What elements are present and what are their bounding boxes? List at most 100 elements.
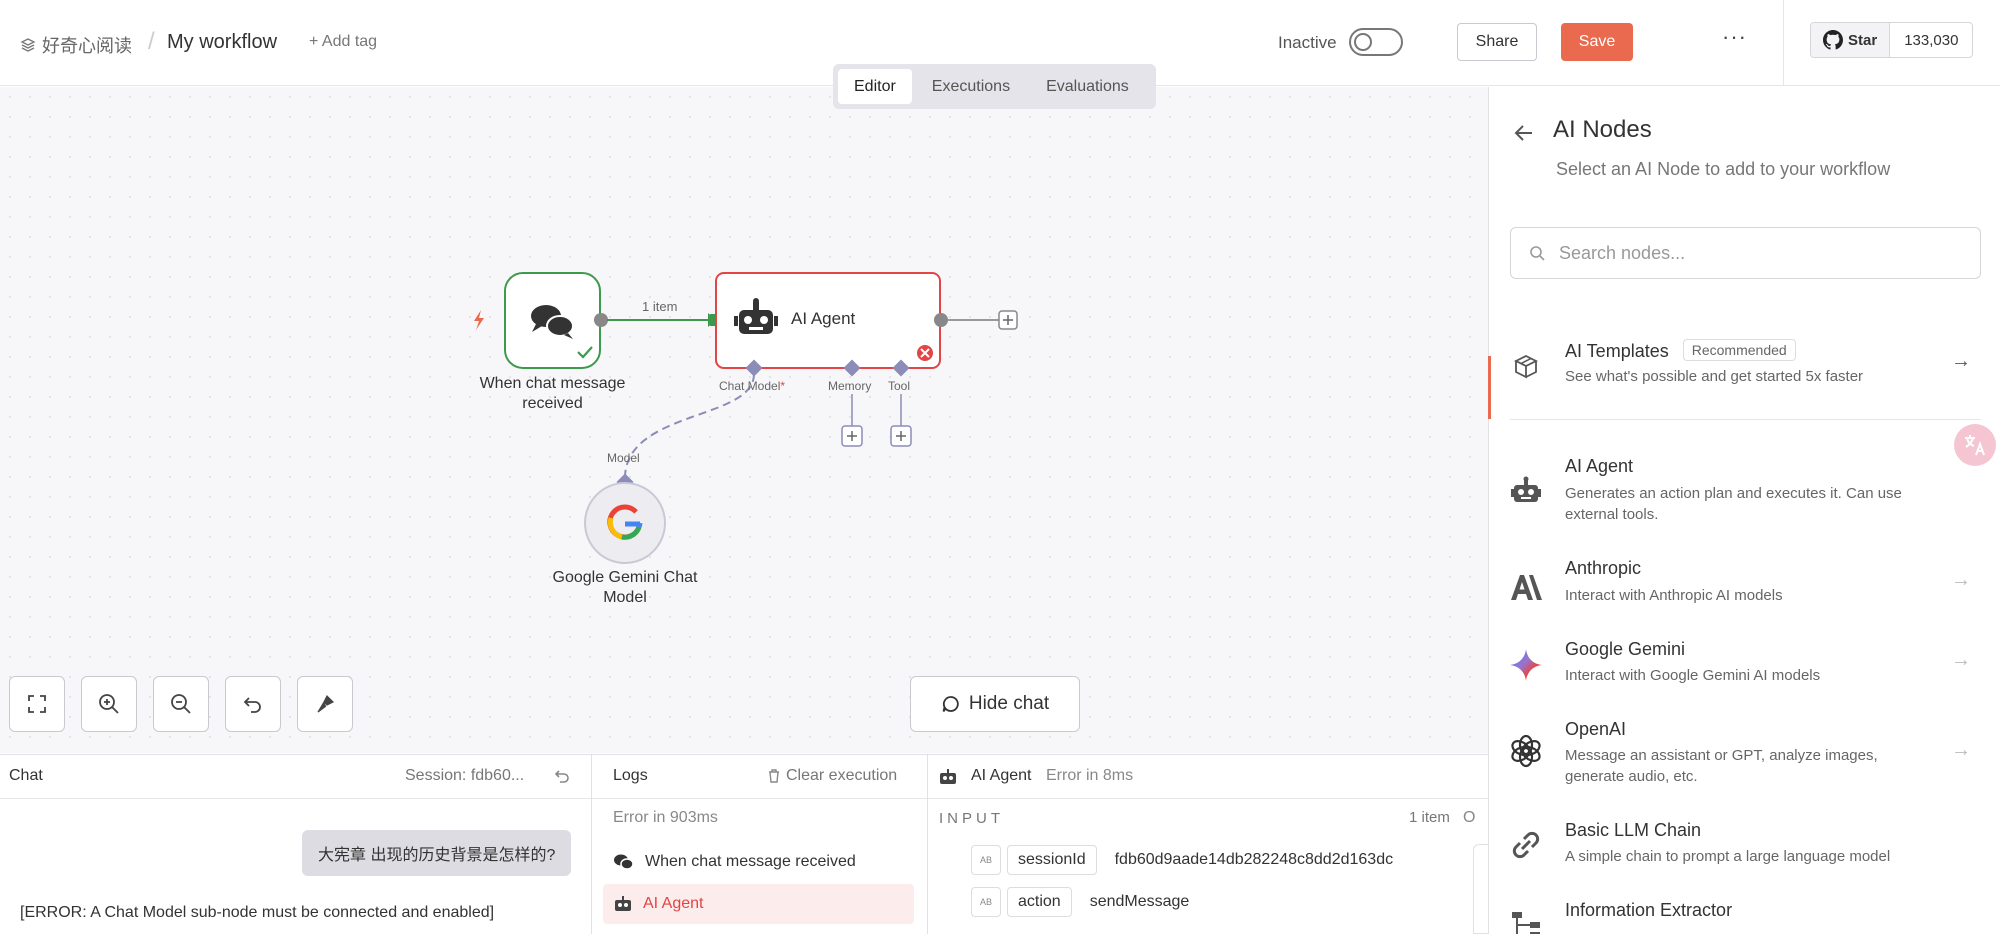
more-menu-button[interactable]: ··· — [1722, 24, 1747, 50]
item-title: Basic LLM Chain — [1565, 820, 1702, 840]
tab-editor[interactable]: Editor — [838, 69, 912, 104]
save-button[interactable]: Save — [1561, 23, 1633, 61]
canvas-graph — [474, 272, 1018, 564]
tidy-up-button[interactable] — [297, 676, 353, 732]
item-desc: Generates an action plan and executes it… — [1565, 485, 1902, 523]
arrow-right-icon: → — [1951, 739, 1971, 761]
search-placeholder: Search nodes... — [1559, 242, 1686, 263]
item-title: AI Templates Recommended — [1565, 339, 1796, 362]
zoom-in-button[interactable] — [81, 676, 137, 732]
trigger-output-port — [594, 313, 608, 327]
node-item-information-extractor[interactable]: Information Extractor — [1488, 895, 2000, 934]
header-divider — [1783, 0, 1784, 86]
node-item-ai-agent[interactable]: AI Agent Generates an action plan and ex… — [1488, 450, 2000, 530]
chat-bubbles-icon — [614, 854, 634, 870]
item-title: AI Agent — [1565, 456, 1634, 476]
detail-node-status: Error in 8ms — [1046, 767, 1134, 784]
error-message: [ERROR: A Chat Model sub-node must be co… — [20, 904, 495, 921]
undo-button[interactable] — [225, 676, 281, 732]
recommended-badge: Recommended — [1682, 339, 1796, 361]
fit-view-button[interactable] — [9, 676, 65, 732]
hide-chat-label: Hide chat — [968, 693, 1050, 714]
item-desc: Message an assistant or GPT, analyze ima… — [1565, 747, 1878, 785]
input-field-row: AB sessionId fdb60d9aade14db282248c8dd2d… — [971, 845, 1393, 875]
github-star-label: Star — [1848, 31, 1878, 49]
logs-panel-title: Logs — [613, 767, 648, 784]
undo-icon — [243, 697, 261, 713]
log-item-error[interactable]: AI Agent — [603, 884, 914, 924]
port-chat-model-label: Chat Model* — [719, 379, 785, 393]
clear-execution-label: Clear execution — [786, 767, 898, 784]
panel-subtitle: Select an AI Node to add to your workflo… — [1556, 159, 1891, 179]
item-desc: See what's possible and get started 5x f… — [1565, 368, 1864, 385]
field-name[interactable]: action — [1007, 887, 1072, 917]
node-item-openai[interactable]: OpenAI Message an assistant or GPT, anal… — [1488, 715, 2000, 795]
item-title: Anthropic — [1565, 558, 1642, 578]
zoom-in-icon — [99, 694, 119, 714]
port-memory-label: Memory — [828, 379, 872, 393]
item-desc: A simple chain to prompt a large languag… — [1565, 848, 1891, 865]
translate-icon — [1965, 435, 1985, 456]
port-tool-label: Tool — [888, 379, 911, 393]
field-name[interactable]: sessionId — [1007, 845, 1097, 875]
item-title: OpenAI — [1565, 719, 1627, 739]
translate-widget[interactable] — [1954, 424, 1996, 466]
tab-executions[interactable]: Executions — [916, 69, 1026, 104]
view-tabs: Editor Executions Evaluations — [833, 64, 1156, 109]
chat-panel-title: Chat — [9, 767, 43, 784]
arrow-right-icon: → — [1951, 569, 1971, 591]
log-item[interactable]: When chat message received — [603, 842, 914, 882]
robot-icon — [940, 769, 956, 784]
trash-icon — [769, 769, 779, 783]
execution-summary: Error in 903ms — [613, 809, 718, 826]
github-star-count: 133,030 — [1904, 31, 1959, 49]
search-field[interactable]: Search nodes... — [1510, 227, 1981, 279]
item-desc: Interact with Anthropic AI models — [1565, 587, 1783, 604]
port-model-label: Model — [607, 451, 640, 465]
back-arrow-icon[interactable] — [1512, 121, 1536, 145]
input-field-row: AB action sendMessage — [971, 887, 1189, 917]
agent-output-port — [934, 313, 948, 327]
string-type-icon: AB — [971, 887, 1001, 917]
broom-icon — [317, 694, 335, 713]
templates-icon — [1508, 349, 1544, 385]
sidebar-divider — [1510, 419, 1981, 420]
connection-item-count: 1 item — [642, 299, 678, 314]
reset-session-icon[interactable] — [553, 768, 571, 786]
github-star-button[interactable]: Star — [1811, 23, 1891, 57]
hide-chat-button[interactable]: Hide chat — [910, 676, 1080, 732]
clear-execution-button[interactable]: Clear execution — [766, 767, 897, 785]
link-icon — [1508, 827, 1544, 863]
arrow-right-icon: → — [1951, 649, 1971, 671]
robot-icon — [1508, 473, 1544, 509]
arrow-right-icon: → — [1951, 350, 1971, 372]
trigger-bolt-icon — [474, 310, 484, 330]
string-type-icon: AB — [971, 845, 1001, 875]
github-icon — [1823, 30, 1843, 50]
node-item-anthropic[interactable]: Anthropic Interact with Anthropic AI mod… — [1488, 555, 2000, 625]
github-star-widget[interactable]: Star 133,030 — [1810, 22, 1974, 58]
robot-icon — [615, 896, 631, 911]
input-section-label: INPUT — [939, 810, 1004, 827]
search-icon — [1530, 246, 1545, 261]
detail-node-name: AI Agent — [971, 767, 1032, 784]
zoom-out-button[interactable] — [153, 676, 209, 732]
node-item-basic-llm-chain[interactable]: Basic LLM Chain A simple chain to prompt… — [1488, 815, 2000, 875]
chat-bubble-icon — [942, 696, 959, 712]
item-title: Information Extractor — [1565, 900, 1733, 920]
item-desc: Interact with Google Gemini AI models — [1565, 667, 1821, 684]
templates-title: AI Templates — [1565, 341, 1669, 361]
selected-indicator — [1488, 356, 1491, 419]
chat-model-text: Chat Model — [719, 379, 781, 393]
gemini-icon — [1508, 647, 1544, 683]
node-item-google-gemini[interactable]: Google Gemini Interact with Google Gemin… — [1488, 635, 2000, 705]
fullscreen-icon — [28, 695, 46, 713]
output-panel-edge — [1473, 844, 1488, 934]
ai-templates-item[interactable]: AI Templates Recommended See what's possi… — [1488, 320, 2000, 420]
ai-agent-node-label: AI Agent — [791, 309, 856, 328]
output-section-stub: O — [1463, 809, 1476, 826]
tab-evaluations[interactable]: Evaluations — [1030, 69, 1145, 104]
extractor-icon — [1508, 907, 1544, 934]
logs-panel-header: Logs Clear execution — [592, 754, 927, 799]
session-id: Session: fdb60... — [405, 767, 525, 784]
